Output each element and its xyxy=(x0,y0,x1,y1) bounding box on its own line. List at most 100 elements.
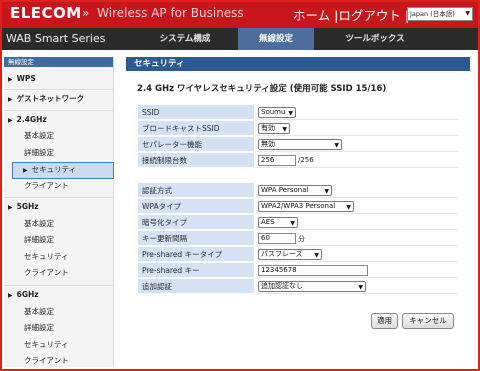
text-input[interactable]: 256 xyxy=(258,155,296,166)
form-row: キー更新間隔 60 分 xyxy=(138,231,458,246)
sidebar-item[interactable]: クライアント xyxy=(4,354,114,368)
select-field[interactable]: パスフレーズ ▼ xyxy=(258,249,322,260)
sidebar-item-label: 基本設定 xyxy=(24,131,54,140)
sidebar-item[interactable]: 基本設定 xyxy=(4,305,114,319)
sidebar-item[interactable]: 基本設定 xyxy=(4,129,114,143)
sidebar: 無線設定 ▶ WPS ▶ ゲストネットワーク ▶ 2.4GHz 基本設定 詳細設定 ▶ セキュリテ… xyxy=(4,57,114,367)
sidebar-item-label: 基本設定 xyxy=(24,219,54,228)
sidebar-item[interactable]: ▶ セキュリティ xyxy=(12,162,114,179)
chevron-down-icon: ▼ xyxy=(346,204,351,211)
field-label: ブロードキャストSSID xyxy=(138,121,254,136)
home-link[interactable]: ホーム xyxy=(293,8,330,23)
form-row: Pre-shared キー 12345678 xyxy=(138,263,458,278)
chevron-down-icon: ▼ xyxy=(334,142,339,149)
tab-wireless[interactable]: 無線設定 xyxy=(238,28,314,50)
text-input[interactable]: 60 xyxy=(258,233,296,244)
field-value-cell: 追加認証なし ▼ xyxy=(256,279,458,294)
divider xyxy=(4,110,114,111)
sidebar-section[interactable]: ▶ 5GHz xyxy=(4,200,114,215)
field-label: Pre-shared キータイプ xyxy=(138,247,254,262)
main-navbar: WAB Smart Series システム構成 無線設定 ツールボックス xyxy=(0,28,480,50)
field-value: 無効 xyxy=(261,140,275,148)
form-row: セパレーター機能 無効 ▼ xyxy=(138,137,458,152)
sidebar-item[interactable]: セキュリティ xyxy=(4,338,114,352)
field-value: 有効 xyxy=(261,124,275,132)
caret-right-icon: ▶ xyxy=(8,96,13,103)
select-field[interactable]: 追加認証なし ▼ xyxy=(258,281,366,292)
field-label: Pre-shared キー xyxy=(138,263,254,278)
sidebar-header: 無線設定 xyxy=(4,57,113,67)
divider xyxy=(4,89,114,90)
sidebar-item[interactable]: 詳細設定 xyxy=(4,146,114,160)
form-row: 認証方式 WPA Personal ▼ xyxy=(138,183,458,198)
select-field[interactable]: WPA2/WPA3 Personal ▼ xyxy=(258,201,354,212)
sidebar-item[interactable]: 詳細設定 xyxy=(4,321,114,335)
field-label: 暗号化タイプ xyxy=(138,215,254,230)
chevron-down-icon: ▼ xyxy=(282,126,287,133)
sidebar-item-label: WPS xyxy=(16,74,36,83)
field-value-cell: 有効 ▼ xyxy=(256,121,458,136)
text-input[interactable]: 12345678 xyxy=(258,265,368,276)
sidebar-section[interactable]: ▶ WPS xyxy=(4,72,114,87)
form-row: SSID Soumu ▼ xyxy=(138,105,458,120)
chevron-down-icon: ▼ xyxy=(288,110,293,117)
field-label: セパレーター機能 xyxy=(138,137,254,152)
cancel-button[interactable]: キャンセル xyxy=(402,313,454,329)
section-title: 2.4 GHz ワイヤレスセキュリティ設定 (使用可能 SSID 15/16) xyxy=(137,84,387,94)
form-row: 追加認証 追加認証なし ▼ xyxy=(138,279,458,294)
select-field[interactable]: Soumu ▼ xyxy=(258,107,296,118)
field-value: WPA2/WPA3 Personal xyxy=(261,202,336,210)
form-row: 接続制限台数 256/256 xyxy=(138,153,458,168)
language-select[interactable]: Japan (日本語) ▼ xyxy=(407,7,473,21)
sidebar-item-label: 5GHz xyxy=(16,202,39,211)
field-value-cell: パスフレーズ ▼ xyxy=(256,247,458,262)
sidebar-item[interactable]: 詳細設定 xyxy=(4,233,114,247)
caret-right-icon: ▶ xyxy=(8,76,13,83)
chevron-down-icon: ▼ xyxy=(324,188,329,195)
sidebar-item-label: セキュリティ xyxy=(24,340,69,349)
form-row: 暗号化タイプ AES ▼ xyxy=(138,215,458,230)
sidebar-section[interactable]: ▶ 6GHz xyxy=(4,288,114,303)
sidebar-item-label: 詳細設定 xyxy=(24,235,54,244)
series-name: WAB Smart Series xyxy=(6,32,106,45)
tab-toolbox[interactable]: ツールボックス xyxy=(330,28,420,50)
sidebar-item[interactable]: セキュリティ xyxy=(4,250,114,264)
apply-button[interactable]: 適用 xyxy=(371,313,398,329)
field-value: AES xyxy=(261,218,275,226)
field-value-cell: AES ▼ xyxy=(256,215,458,230)
elecom-logo: ELECOM xyxy=(10,4,82,22)
sidebar-item-label: 2.4GHz xyxy=(16,115,47,124)
sidebar-item[interactable]: クライアント xyxy=(4,266,114,280)
sidebar-item-label: 基本設定 xyxy=(24,307,54,316)
select-field[interactable]: 有効 ▼ xyxy=(258,123,290,134)
language-value: Japan (日本語) xyxy=(410,10,455,18)
sidebar-item-label: 6GHz xyxy=(16,290,39,299)
tab-system[interactable]: システム構成 xyxy=(150,28,220,50)
sidebar-item-label: ゲストネットワーク xyxy=(16,94,85,103)
chevron-down-icon: ▼ xyxy=(358,284,363,291)
sidebar-section[interactable]: ▶ 2.4GHz xyxy=(4,113,114,128)
field-value: 追加認証なし xyxy=(261,282,303,290)
sidebar-item-label: クライアント xyxy=(24,268,69,277)
select-field[interactable]: WPA Personal ▼ xyxy=(258,185,332,196)
form-row: ブロードキャストSSID 有効 ▼ xyxy=(138,121,458,136)
field-label: 追加認証 xyxy=(138,279,254,294)
select-field[interactable]: 無効 ▼ xyxy=(258,139,342,150)
field-suffix: 分 xyxy=(298,235,305,243)
select-field[interactable]: AES ▼ xyxy=(258,217,298,228)
field-value-cell: WPA Personal ▼ xyxy=(256,183,458,198)
sidebar-section[interactable]: ▶ ゲストネットワーク xyxy=(4,92,114,107)
logout-link[interactable]: ログアウト xyxy=(338,8,401,23)
sidebar-item-label: 詳細設定 xyxy=(24,148,54,157)
chevron-down-icon: ▼ xyxy=(465,10,470,17)
sidebar-item[interactable]: クライアント xyxy=(4,179,114,193)
chevron-down-icon: ▼ xyxy=(314,252,319,259)
tagline-separator: » xyxy=(82,6,90,20)
field-value-cell: 60 分 xyxy=(256,231,458,246)
field-label: 認証方式 xyxy=(138,183,254,198)
sidebar-item-label: 詳細設定 xyxy=(24,323,54,332)
sidebar-item[interactable]: 基本設定 xyxy=(4,217,114,231)
caret-right-icon: ▶ xyxy=(8,292,13,299)
field-label: SSID xyxy=(138,105,254,120)
caret-right-icon: ▶ xyxy=(8,117,13,124)
